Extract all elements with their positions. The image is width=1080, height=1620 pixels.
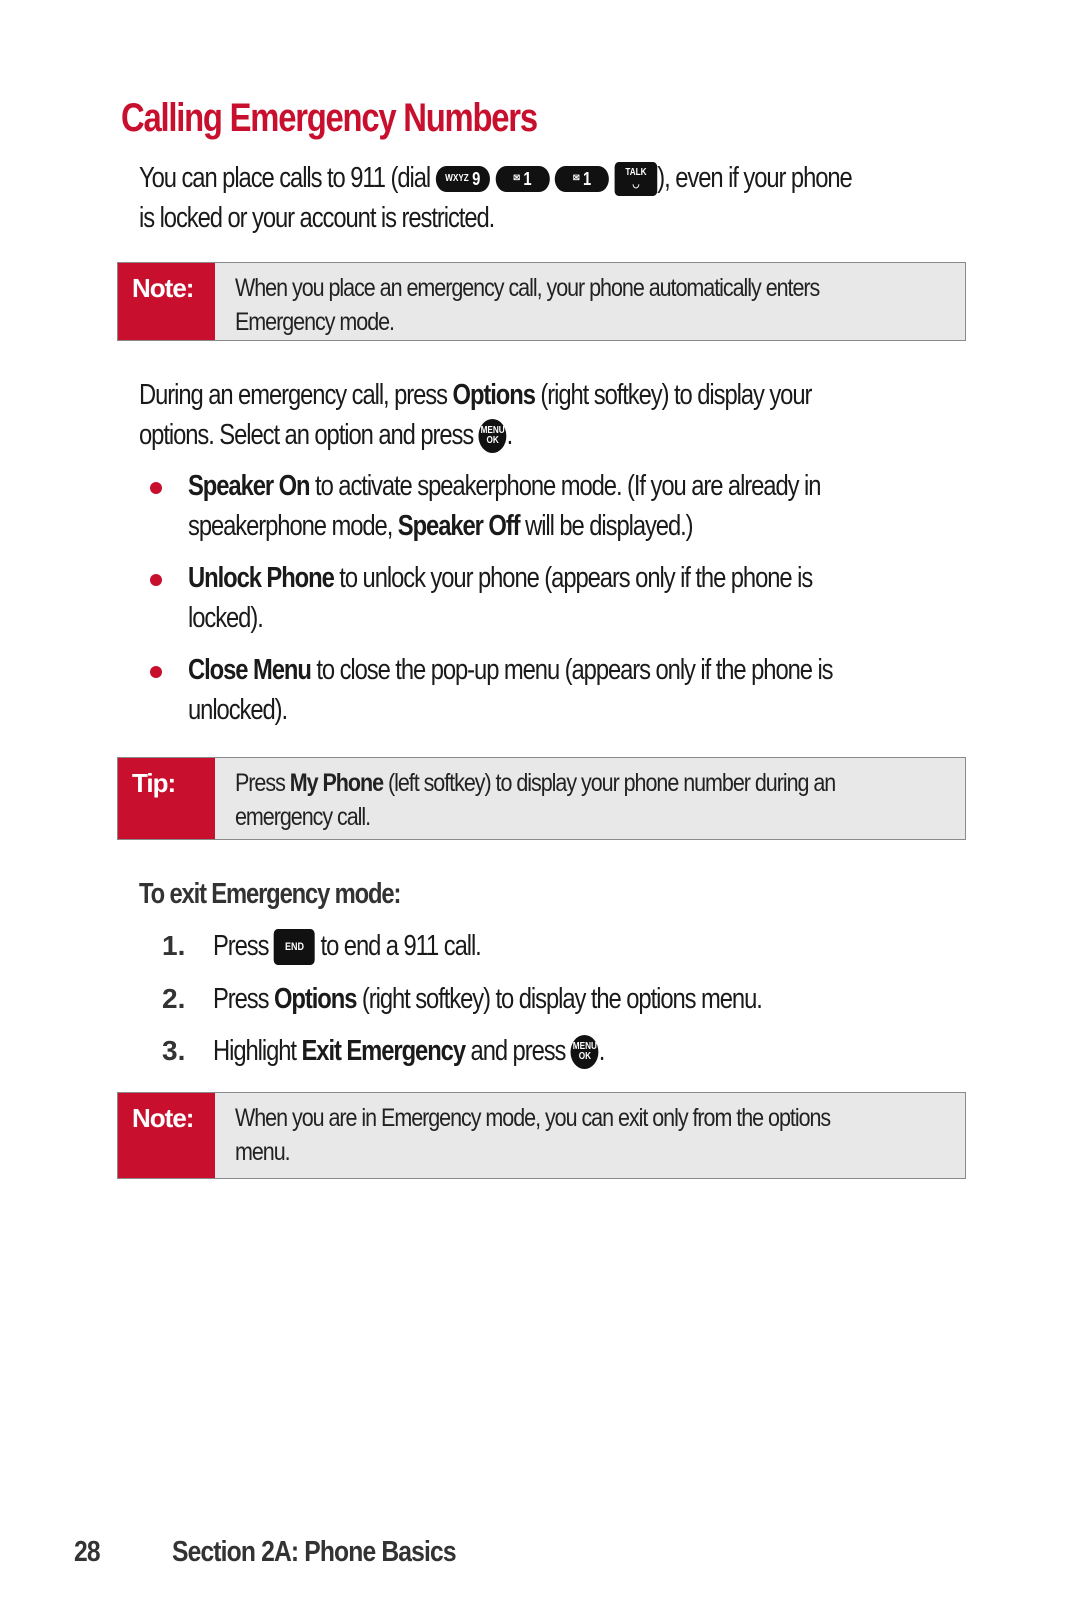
options-paragraph: During an emergency call, press Options …	[139, 375, 959, 455]
section-title: Section 2A: Phone Basics	[172, 1536, 457, 1568]
note-box: Note: When you are in Emergency mode, yo…	[117, 1092, 966, 1179]
note-box: Note: When you place an emergency call, …	[117, 262, 966, 341]
bullet-icon	[150, 574, 162, 586]
note-text: When you place an emergency call, your p…	[235, 274, 820, 336]
step-number: 1.	[162, 930, 186, 961]
key-9-icon: WXYZ 9	[435, 166, 490, 193]
step-number: 3.	[162, 1035, 186, 1066]
page-title: Calling Emergency Numbers	[121, 96, 538, 140]
menu-ok-key-icon: MENU OK	[478, 419, 507, 454]
key-1-icon: ✉ 1	[554, 166, 610, 193]
key-1-icon: ✉ 1	[495, 166, 550, 193]
note-label: Note:	[118, 263, 215, 340]
step-item: Highlight Exit Emergency and press MENU O…	[213, 1031, 690, 1071]
talk-key-icon: TALK ◡	[614, 162, 658, 197]
note-text: When you are in Emergency mode, you can …	[235, 1104, 831, 1166]
tip-box: Tip: Press My Phone (left softkey) to di…	[117, 757, 966, 840]
page-number: 28	[74, 1536, 101, 1568]
list-item: Close Menu to close the pop-up menu (app…	[188, 654, 834, 726]
exit-heading: To exit Emergency mode:	[139, 878, 401, 910]
end-key-icon: END	[274, 929, 316, 966]
tip-label: Tip:	[118, 758, 215, 839]
list-item: Speaker On to activate speakerphone mode…	[188, 470, 821, 542]
bullet-icon	[150, 666, 162, 678]
menu-ok-key-icon: MENU OK	[570, 1035, 599, 1070]
step-item: Press END to end a 911 call.	[213, 926, 539, 966]
list-item: Unlock Phone to unlock your phone (appea…	[188, 562, 813, 634]
intro-paragraph: You can place calls to 911 (dial WXYZ 9 ✉…	[139, 162, 853, 234]
bullet-icon	[150, 482, 162, 494]
note-label: Note:	[118, 1093, 215, 1178]
step-number: 2.	[162, 983, 186, 1014]
tip-text: Press My Phone (left softkey) to display…	[235, 769, 836, 831]
step-item: Press Options (right softkey) to display…	[213, 983, 763, 1015]
